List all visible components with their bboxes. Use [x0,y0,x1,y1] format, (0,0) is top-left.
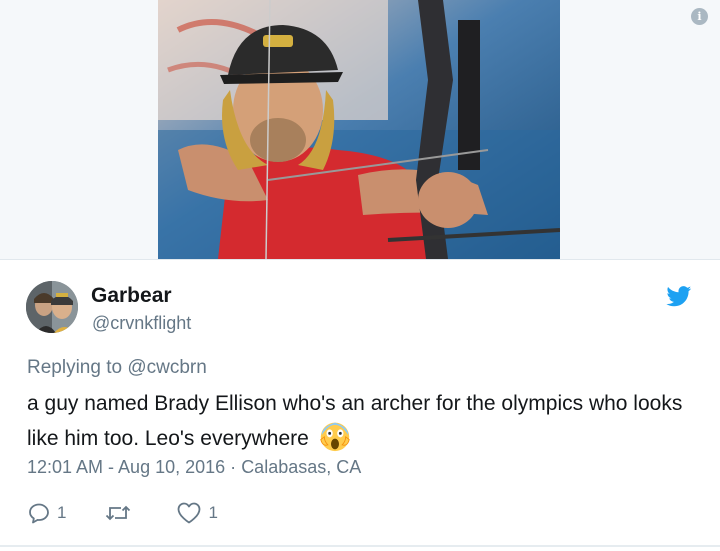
tweet-meta: 12:01 AM - Aug 10, 2016 · Calabasas, CA [27,457,361,478]
tweet-actions: 1 1 [27,500,256,526]
replying-to-prefix: Replying to [27,357,128,378]
meta-separator: · [230,457,237,477]
avatar[interactable] [26,281,78,333]
reply-count: 1 [57,503,67,522]
face-screaming-in-fear-icon [319,422,350,452]
twitter-bird-icon[interactable] [666,286,692,307]
media-container: i [0,0,720,259]
like-button[interactable]: 1 [176,501,218,525]
user-name[interactable]: Garbear [91,284,172,308]
like-count: 1 [208,503,218,522]
tweet-card: Garbear @crvnkflight Replying to @cwcbrn… [0,260,720,549]
reply-mention-link[interactable]: @cwcbrn [127,357,206,378]
tweet-text-content: a guy named Brady Ellison who's an arche… [27,392,683,450]
tweet-text: a guy named Brady Ellison who's an arche… [27,387,707,455]
reply-button[interactable]: 1 [27,501,66,525]
tweet-location[interactable]: Calabasas, CA [241,457,361,477]
heart-icon [178,502,201,524]
tweet-photo[interactable] [158,0,560,259]
avatar-image [26,281,78,333]
archer-photo-illustration [158,0,560,259]
user-handle[interactable]: @crvnkflight [92,313,191,334]
reply-icon [29,503,49,524]
retweet-button[interactable] [104,501,138,525]
card-bottom-divider [0,545,720,547]
info-icon[interactable]: i [691,8,708,25]
retweet-icon [106,505,131,521]
tweet-timestamp[interactable]: 12:01 AM - Aug 10, 2016 [27,457,225,477]
replying-to: Replying to @cwcbrn [27,357,207,379]
